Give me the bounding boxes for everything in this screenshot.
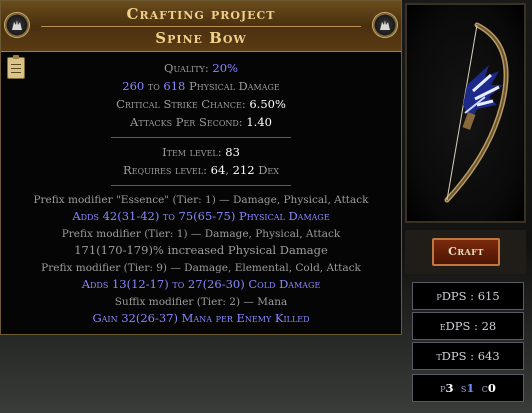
crit-line: Critical Strike Chance: 6.50% [1, 97, 401, 111]
item-level-label: Item level: [162, 145, 222, 159]
s-value: 1 [466, 381, 475, 395]
pdps-box: pDPS : 615 [412, 282, 524, 310]
aps-line: Attacks Per Second: 1.40 [1, 115, 401, 129]
spine-bow-icon [444, 22, 509, 203]
tdps-box: tDPS : 643 [412, 342, 524, 370]
modifier-text: Adds 13(12-17) to 27(26-30) Cold Damage [81, 277, 321, 291]
modifier-header: Prefix modifier (Tier: 1) — Damage, Phys… [61, 228, 341, 240]
item-name: Spine Bow [155, 29, 247, 47]
item-level-value: 83 [225, 145, 240, 159]
crit-label: Critical Strike Chance: [116, 97, 246, 111]
aps-value: 1.40 [246, 115, 272, 129]
separator [111, 137, 291, 138]
item-level-line: Item level: 83 [1, 145, 401, 159]
damage-label: Physical Damage [189, 79, 280, 93]
header-divider [41, 26, 361, 27]
requires-line: Requires level: 64, 212 Dex [123, 163, 279, 177]
item-tooltip: Crafting project Spine Bow Quality: 20% … [0, 0, 402, 335]
modifier-text: Gain 32(26-37) Mana per Enemy Killed [92, 311, 310, 325]
damage-max: 618 [163, 79, 186, 93]
tooltip-header: Crafting project Spine Bow [1, 1, 401, 52]
modifier-header: Prefix modifier (Tier: 9) — Damage, Elem… [41, 262, 361, 274]
craft-button[interactable]: Craft [432, 238, 500, 266]
item-art-frame [405, 3, 526, 223]
damage-min: 260 [122, 79, 145, 93]
quality-line: Quality: 20% [1, 61, 401, 75]
crit-value: 6.50% [249, 97, 286, 111]
tooltip-title: Crafting project [126, 5, 276, 23]
edps-label: eDPS : [439, 319, 478, 333]
requires-level: 64 [210, 163, 226, 177]
edps-value: 28 [481, 319, 497, 333]
tdps-label: tDPS : [436, 349, 475, 363]
requires-label: Requires level: [123, 163, 207, 177]
modifier-header: Prefix modifier "Essence" (Tier: 1) — Da… [33, 194, 369, 206]
separator [111, 185, 291, 186]
c-value: 0 [487, 381, 496, 395]
tdps-value: 643 [477, 349, 500, 363]
sockets-box: p3 s1 c0 [412, 374, 524, 402]
damage-line: 260 to 618 Physical Damage [1, 79, 401, 93]
edps-box: eDPS : 28 [412, 312, 524, 340]
modifier-text: 171(170-179)% increased Physical Damage [74, 243, 328, 257]
dex-value: 212 [232, 163, 255, 177]
pdps-value: 615 [477, 289, 500, 303]
dex-label: Dex [258, 163, 279, 177]
pdps-label: pDPS : [436, 289, 475, 303]
damage-to: to [147, 79, 160, 93]
p-value: 3 [445, 381, 454, 395]
modifier-text: Adds 42(31-42) to 75(65-75) Physical Dam… [72, 209, 330, 223]
modifier-header: Suffix modifier (Tier: 2) — Mana [114, 296, 288, 308]
aps-label: Attacks Per Second: [130, 115, 243, 129]
quality-value: 20% [212, 61, 238, 75]
quality-label: Quality: [164, 61, 209, 75]
wolf-crest-icon [373, 13, 397, 37]
